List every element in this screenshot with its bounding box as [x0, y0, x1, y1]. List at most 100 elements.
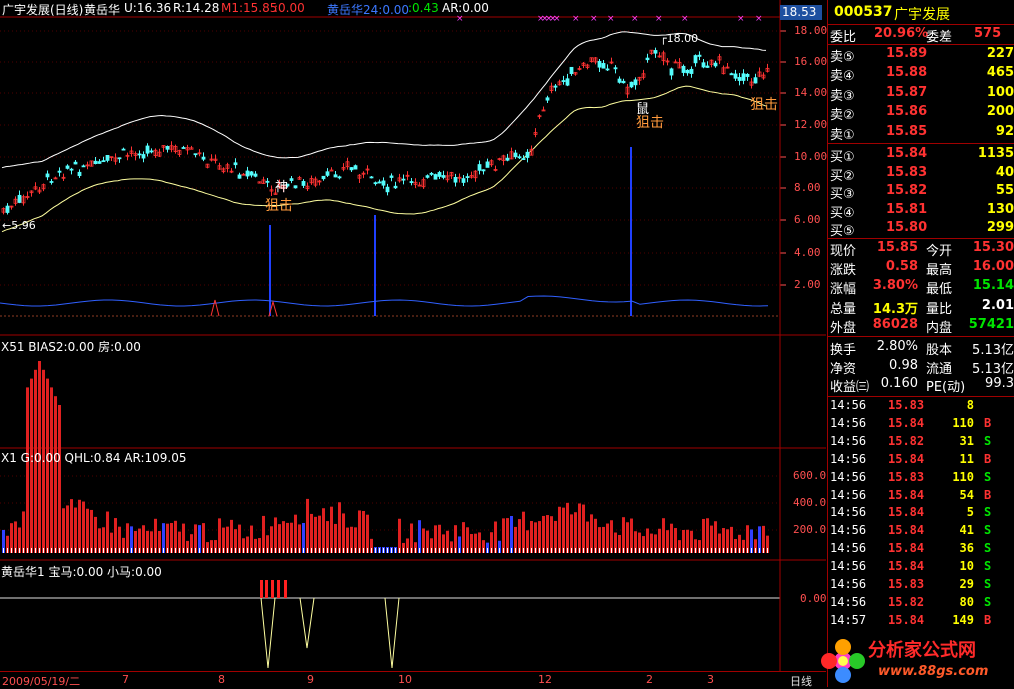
candle-body [753, 77, 758, 84]
tick-side: B [984, 487, 992, 502]
tick-side: S [984, 469, 992, 484]
stat-value-2: 15.14 [972, 278, 1014, 294]
tick-row[interactable]: 14:56 15.84 11 B [828, 451, 1014, 469]
tick-row[interactable]: 14:56 15.83 29 S [828, 576, 1014, 594]
candle-body [393, 185, 398, 189]
candle-body [237, 174, 242, 179]
tick-row[interactable]: 14:56 15.83 110 S [828, 469, 1014, 487]
volume-bar [338, 502, 341, 553]
ask-label: 卖① [830, 127, 855, 143]
signal-label-a: 狙击 [265, 198, 293, 214]
tick-price: 15.82 [888, 594, 925, 609]
bid-row[interactable]: 买① 15.84 1135 [828, 145, 1014, 165]
signal-marker: × [456, 14, 464, 24]
tick-row[interactable]: 14:56 15.84 110 B [828, 415, 1014, 433]
bid-book: 买① 15.84 1135 买② 15.83 40 买③ 15.82 55 买④ 15.81 130 买… [828, 145, 1014, 239]
month-label: 2 [646, 673, 653, 686]
stat-value-2: 15.30 [972, 240, 1014, 255]
candle-body [101, 160, 106, 163]
current-price-tag: 18.53 [780, 5, 822, 20]
bid-row[interactable]: 买⑤ 15.80 299 [828, 219, 1014, 239]
tick-volume: 110 [952, 415, 974, 430]
candle-body [565, 78, 570, 86]
candle-body [477, 164, 482, 171]
ask-row[interactable]: 卖② 15.86 200 [828, 103, 1014, 123]
chart-area[interactable]: 广宇发展(日线) 黄岳华 U:16.36 R:14.28 M1:15.85 :0… [0, 0, 828, 688]
tick-row[interactable]: 14:56 15.82 80 S [828, 594, 1014, 612]
tick-price: 15.83 [888, 398, 925, 412]
tick-price: 15.84 [888, 559, 925, 574]
candle-body [369, 176, 374, 179]
bid-price: 15.81 [886, 201, 928, 217]
candle-body [553, 85, 558, 88]
volume-tick-label: 200.0 [793, 523, 827, 536]
tick-list[interactable]: 14:56 15.83 8 14:56 15.84 110 B 14:56 15.82 31 S 14… [828, 397, 1014, 637]
tick-row[interactable]: 14:56 15.83 8 [828, 397, 1014, 415]
tick-row[interactable]: 14:56 15.84 54 B [828, 487, 1014, 505]
ask-price: 15.89 [886, 46, 928, 61]
max-price-annotation: ┌18.00 [660, 32, 699, 45]
diff-value: 575 [974, 26, 1002, 41]
stat2-value-2: 99.3 [985, 376, 1014, 392]
price-tick-label: 4.00 [794, 246, 821, 259]
ask-row[interactable]: 卖④ 15.88 465 [828, 64, 1014, 84]
tick-row[interactable]: 14:56 15.84 41 S [828, 522, 1014, 540]
tick-volume: 29 [959, 577, 974, 591]
quote-stats: 现价 15.85 今开 15.30 涨跌 0.58 最高 16.00 涨幅 3.80% 最低 15.1… [828, 239, 1014, 336]
tick-volume: 54 [959, 487, 974, 502]
candle-body [377, 181, 382, 184]
stat2-value-2: 5.13亿 [972, 343, 1014, 358]
volume-bar [66, 505, 69, 553]
volume-bar [314, 516, 317, 553]
candle-body [381, 180, 386, 186]
stat-label-2: 量比 [926, 301, 953, 317]
candle-body [69, 168, 74, 171]
tick-row[interactable]: 14:56 15.84 36 S [828, 540, 1014, 558]
stat2-label-2: PE(动) [926, 380, 966, 396]
tick-row[interactable]: 14:57 15.84 149 B [828, 612, 1014, 630]
price-tick-label: 8.00 [794, 181, 821, 194]
candle-body [105, 155, 110, 161]
price-tick-label: 14.00 [794, 86, 828, 99]
tick-row[interactable]: 14:56 15.84 5 S [828, 504, 1014, 522]
month-label: 10 [398, 673, 412, 686]
stat-row: 涨跌 0.58 最高 16.00 [828, 258, 1014, 278]
price-tick-label: 10.00 [794, 150, 828, 163]
tick-row[interactable]: 14:56 15.82 31 S [828, 433, 1014, 451]
volume-bar [58, 405, 61, 553]
volume-bar [542, 515, 545, 553]
bid-row[interactable]: 买③ 15.82 55 [828, 182, 1014, 202]
volume-bar [114, 518, 117, 553]
stat-value-2: 57421 [968, 316, 1014, 332]
panel4-block [277, 580, 280, 598]
signal-marker: × [737, 14, 745, 24]
panel3-label: X1 G:0.00 QHL:0.84 AR:109.05 [1, 451, 187, 465]
candle-body [645, 57, 650, 61]
stat-value: 3.80% [872, 278, 918, 294]
candle-body [461, 178, 466, 183]
stock-name: 广宇发展 [894, 7, 950, 23]
watermark: 分析家公式网 www.88gs.com [818, 634, 1008, 687]
stat-row: 外盘 86028 内盘 57421 [828, 316, 1014, 336]
tick-row[interactable]: 14:56 15.84 10 S [828, 558, 1014, 576]
ask-row[interactable]: 卖① 15.85 92 [828, 123, 1014, 143]
candle-body [561, 80, 566, 82]
stat2-label: 换手 [830, 343, 857, 358]
candle-body [293, 185, 298, 189]
stat2-row: 收益㈢ 0.160 PE(动) 99.3 [828, 375, 1014, 396]
bid-row[interactable]: 买② 15.83 40 [828, 164, 1014, 184]
bid-volume: 1135 [977, 146, 1014, 161]
ask-row[interactable]: 卖③ 15.87 100 [828, 84, 1014, 104]
candle-body [513, 152, 518, 158]
panel4-spike [384, 597, 400, 669]
candle-body [517, 156, 522, 159]
candle-body [141, 154, 146, 159]
lower-band-line [1, 85, 767, 233]
candle-body [453, 177, 458, 183]
stat-label-2: 最低 [926, 282, 953, 298]
bid-row[interactable]: 买④ 15.81 130 [828, 201, 1014, 221]
ask-price: 15.88 [886, 65, 928, 81]
month-label: 9 [307, 673, 314, 686]
ask-row[interactable]: 卖⑤ 15.89 227 [828, 45, 1014, 65]
tick-time: 14:56 [830, 451, 867, 466]
